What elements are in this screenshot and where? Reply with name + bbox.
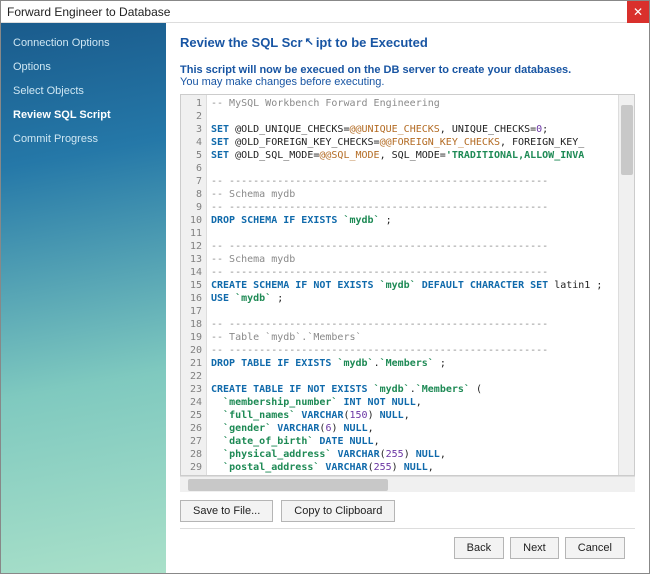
cursor-icon: ↖ (305, 35, 314, 48)
code-line[interactable]: SET @OLD_SQL_MODE=@@SQL_MODE, SQL_MODE='… (211, 149, 614, 162)
page-heading-b: ipt to be Executed (316, 35, 428, 50)
code-line[interactable]: -- -------------------------------------… (211, 201, 614, 214)
code-line[interactable]: USE `mydb` ; (211, 292, 614, 305)
main-panel: Review the SQL Scr↖ipt to be Executed Th… (166, 23, 649, 573)
sidebar-item-options[interactable]: Options (1, 55, 166, 79)
code-line[interactable]: `contact_number` VARCHAR(75) NULL, (211, 474, 614, 475)
sql-editor[interactable]: 1234567891011121314151617181920212223242… (180, 94, 635, 476)
code-line[interactable] (211, 110, 614, 123)
code-line[interactable]: CREATE TABLE IF NOT EXISTS `mydb`.`Membe… (211, 383, 614, 396)
next-button[interactable]: Next (510, 537, 559, 559)
code-line[interactable] (211, 370, 614, 383)
close-icon: ✕ (633, 5, 643, 19)
code-line[interactable]: -- Schema mydb (211, 188, 614, 201)
code-line[interactable]: -- -------------------------------------… (211, 344, 614, 357)
dialog-window: Forward Engineer to Database ✕ Connectio… (0, 0, 650, 574)
code-line[interactable] (211, 227, 614, 240)
dialog-body: Connection Options Options Select Object… (1, 23, 649, 573)
copy-to-clipboard-button[interactable]: Copy to Clipboard (281, 500, 395, 522)
sidebar-item-connection-options[interactable]: Connection Options (1, 31, 166, 55)
code-line[interactable]: `physical_address` VARCHAR(255) NULL, (211, 448, 614, 461)
sidebar-item-review-sql-script[interactable]: Review SQL Script (1, 103, 166, 127)
page-subtext-1: This script will now be execued on the D… (180, 64, 635, 76)
code-line[interactable] (211, 305, 614, 318)
code-area[interactable]: -- MySQL Workbench Forward Engineering S… (207, 95, 618, 475)
wizard-sidebar: Connection Options Options Select Object… (1, 23, 166, 573)
code-line[interactable]: -- -------------------------------------… (211, 175, 614, 188)
dialog-footer: Back Next Cancel (180, 528, 635, 567)
save-to-file-button[interactable]: Save to File... (180, 500, 273, 522)
code-line[interactable]: DROP TABLE IF EXISTS `mydb`.`Members` ; (211, 357, 614, 370)
code-line[interactable]: `postal_address` VARCHAR(255) NULL, (211, 461, 614, 474)
code-line[interactable]: SET @OLD_UNIQUE_CHECKS=@@UNIQUE_CHECKS, … (211, 123, 614, 136)
horizontal-scroll-thumb[interactable] (188, 479, 388, 491)
page-heading: Review the SQL Scr↖ipt to be Executed (180, 35, 635, 50)
line-gutter: 1234567891011121314151617181920212223242… (181, 95, 207, 475)
back-button[interactable]: Back (454, 537, 504, 559)
sidebar-item-select-objects[interactable]: Select Objects (1, 79, 166, 103)
editor-buttons-row: Save to File... Copy to Clipboard (180, 492, 635, 528)
code-line[interactable]: SET @OLD_FOREIGN_KEY_CHECKS=@@FOREIGN_KE… (211, 136, 614, 149)
page-heading-a: Review the SQL Scr (180, 35, 303, 50)
titlebar: Forward Engineer to Database ✕ (1, 1, 649, 23)
cancel-button[interactable]: Cancel (565, 537, 625, 559)
code-line[interactable]: DROP SCHEMA IF EXISTS `mydb` ; (211, 214, 614, 227)
code-line[interactable]: -- MySQL Workbench Forward Engineering (211, 97, 614, 110)
vertical-scrollbar[interactable] (618, 95, 634, 475)
code-line[interactable]: -- Schema mydb (211, 253, 614, 266)
code-line[interactable]: `gender` VARCHAR(6) NULL, (211, 422, 614, 435)
window-title: Forward Engineer to Database (7, 5, 170, 19)
code-line[interactable]: -- Table `mydb`.`Members` (211, 331, 614, 344)
code-line[interactable]: `full_names` VARCHAR(150) NULL, (211, 409, 614, 422)
code-line[interactable]: -- -------------------------------------… (211, 240, 614, 253)
close-button[interactable]: ✕ (627, 1, 649, 23)
vertical-scroll-thumb[interactable] (621, 105, 633, 175)
code-line[interactable]: `date_of_birth` DATE NULL, (211, 435, 614, 448)
horizontal-scrollbar[interactable] (180, 476, 635, 492)
code-line[interactable] (211, 162, 614, 175)
code-line[interactable]: `membership_number` INT NOT NULL, (211, 396, 614, 409)
sidebar-item-commit-progress[interactable]: Commit Progress (1, 127, 166, 151)
code-line[interactable]: CREATE SCHEMA IF NOT EXISTS `mydb` DEFAU… (211, 279, 614, 292)
code-line[interactable]: -- -------------------------------------… (211, 318, 614, 331)
code-line[interactable]: -- -------------------------------------… (211, 266, 614, 279)
page-subtext-2: You may make changes before executing. (180, 76, 635, 88)
